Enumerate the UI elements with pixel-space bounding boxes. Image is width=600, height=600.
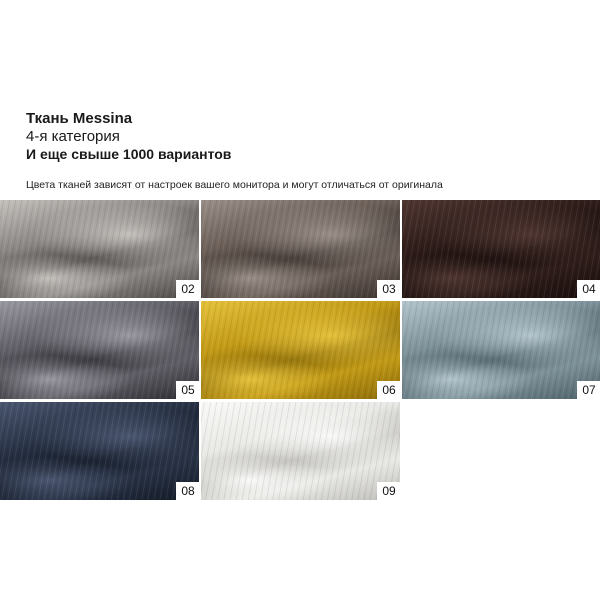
category-label: 4-я категория (26, 128, 120, 145)
swatch-grid: 02 03 04 05 06 07 08 09 (0, 200, 600, 500)
swatch-06[interactable]: 06 (201, 301, 400, 399)
swatch-08[interactable]: 08 (0, 402, 199, 500)
swatch-09[interactable]: 09 (201, 402, 400, 500)
swatch-02[interactable]: 02 (0, 200, 199, 298)
fabric-texture (0, 402, 199, 500)
swatch-05[interactable]: 05 (0, 301, 199, 399)
swatch-03[interactable]: 03 (201, 200, 400, 298)
fabric-texture (201, 200, 400, 298)
swatch-number: 02 (176, 280, 199, 298)
fabric-texture (201, 301, 400, 399)
page-title: Ткань Messina (26, 110, 133, 127)
swatch-number: 03 (377, 280, 400, 298)
swatch-04[interactable]: 04 (402, 200, 600, 298)
fabric-texture (0, 200, 199, 298)
swatch-number: 09 (377, 482, 400, 500)
swatch-07[interactable]: 07 (402, 301, 600, 399)
fabric-texture (0, 301, 199, 399)
color-disclaimer: Цвета тканей зависят от настроек вашего … (26, 179, 443, 191)
variants-label: И еще свыше 1000 вариантов (26, 146, 232, 162)
fabric-texture (201, 402, 400, 500)
swatch-number: 08 (176, 482, 199, 500)
fabric-texture (402, 200, 600, 298)
swatch-number: 06 (377, 381, 400, 399)
header: Ткань Messina 4-я категория И еще свыше … (26, 110, 231, 164)
swatch-number: 04 (577, 280, 600, 298)
swatch-number: 05 (176, 381, 199, 399)
fabric-texture (402, 301, 600, 399)
swatch-number: 07 (577, 381, 600, 399)
